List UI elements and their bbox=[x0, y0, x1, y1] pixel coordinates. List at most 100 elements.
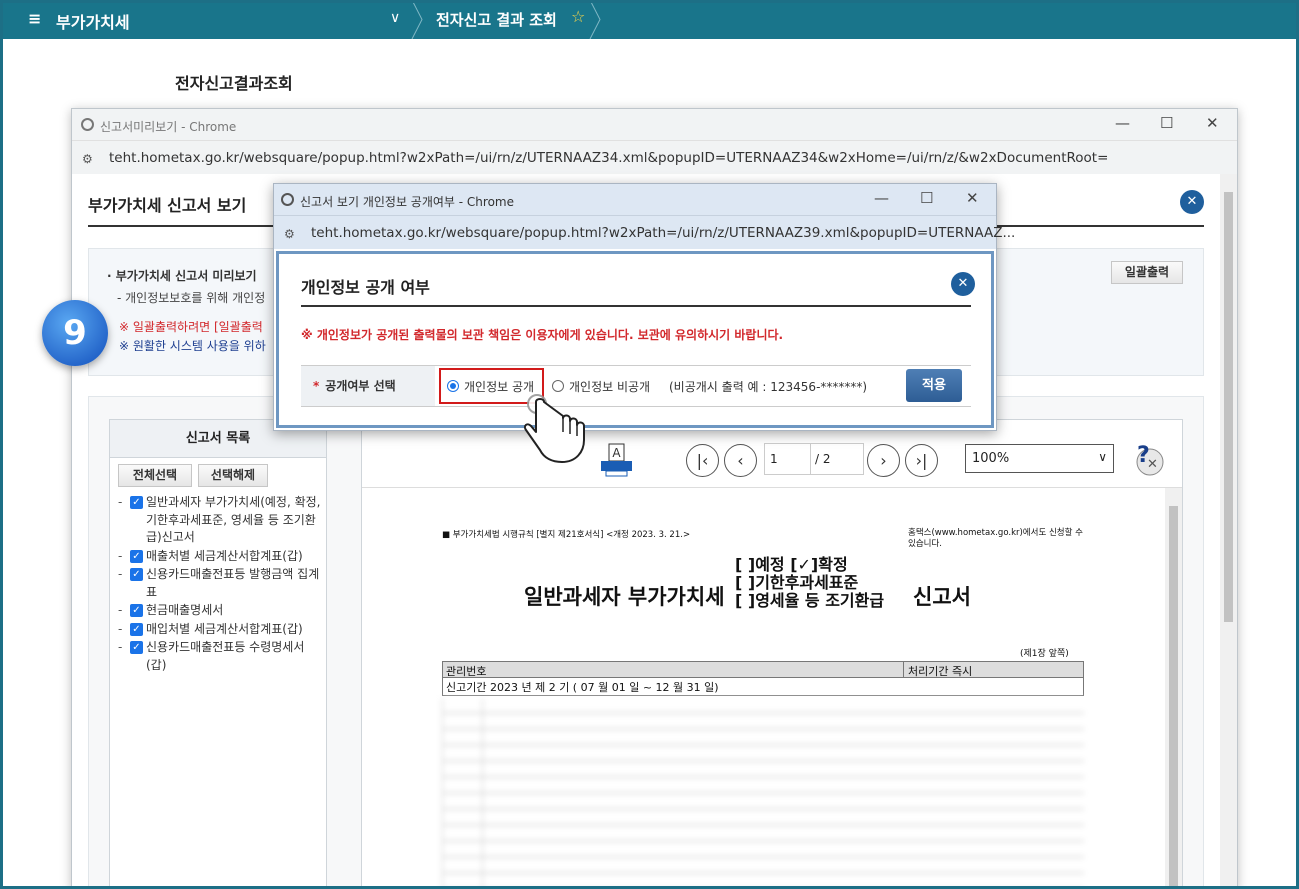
site-settings-icon[interactable]: ⚙ bbox=[82, 152, 93, 166]
chevron-down-icon[interactable]: ∨ bbox=[390, 10, 400, 26]
breadcrumb-separator bbox=[411, 0, 423, 39]
close-icon[interactable]: ✕ bbox=[1206, 114, 1219, 132]
list-item[interactable]: - ✓ 신용카드매출전표등 발행금액 집계표 bbox=[118, 566, 323, 601]
checkbox-checked-icon[interactable]: ✓ bbox=[130, 496, 143, 509]
close-icon[interactable]: ✕ bbox=[966, 189, 979, 207]
window-title-bar[interactable]: 신고서 보기 개인정보 공개여부 - Chrome — ☐ ✕ bbox=[274, 184, 996, 215]
minimize-icon[interactable]: — bbox=[874, 189, 889, 207]
window-title: 신고서 보기 개인정보 공개여부 - Chrome bbox=[300, 195, 514, 209]
breadcrumb-separator bbox=[589, 0, 601, 39]
url-text: teht.hometax.go.kr/websquare/popup.html?… bbox=[311, 225, 1016, 241]
report-list: - ✓ 일반과세자 부가가치세(예정, 확정, 기한후과세표준, 영세율 등 조기환… bbox=[118, 494, 323, 675]
select-label: * 공개여부 선택 bbox=[301, 366, 435, 406]
radio-private[interactable] bbox=[552, 380, 564, 392]
zoom-select[interactable]: 100% ∨ bbox=[965, 444, 1114, 473]
doc-options: [ ]예정 [✓]확정 [ ]기한후과세표준 [ ]영세율 등 조기환급 bbox=[735, 556, 884, 610]
last-page-button[interactable]: ›| bbox=[905, 444, 938, 477]
close-button[interactable]: ✕ bbox=[1180, 190, 1204, 214]
current-page: 1 bbox=[770, 452, 778, 466]
info-line: ※ 일괄출력하려면 [일괄출력 bbox=[119, 320, 263, 334]
select-all-button[interactable]: 전체선택 bbox=[118, 464, 192, 487]
doc-option: [ ]기한후과세표준 bbox=[735, 573, 859, 592]
window-title: 신고서미리보기 - Chrome bbox=[100, 120, 237, 134]
menu-icon[interactable]: ≡ bbox=[28, 9, 41, 28]
viewer-scrollbar[interactable] bbox=[1165, 488, 1182, 888]
breadcrumb-current-page: 전자신고 결과 조회 bbox=[436, 11, 557, 29]
minimize-icon[interactable]: — bbox=[1115, 114, 1130, 132]
doc-option: [ ]영세율 등 조기환급 bbox=[735, 591, 885, 610]
next-page-button[interactable]: › bbox=[867, 444, 900, 477]
svg-text:A: A bbox=[612, 446, 621, 460]
section-title[interactable]: 부가가치세 bbox=[56, 9, 130, 33]
site-settings-icon[interactable]: ⚙ bbox=[284, 227, 295, 241]
prev-page-button[interactable]: ‹ bbox=[724, 444, 757, 477]
print-all-button[interactable]: 일괄출력 bbox=[1111, 261, 1183, 284]
info-line: - 개인정보보호를 위해 개인정 bbox=[117, 291, 266, 305]
doc-row: 관리번호 처리기간 즉시 bbox=[442, 661, 1084, 678]
doc-title: 일반과세자 부가가치세 bbox=[524, 585, 725, 609]
list-item-label: 매출처별 세금계산서합계표(갑) bbox=[146, 548, 303, 563]
doc-option: [ ]예정 [✓]확정 bbox=[735, 555, 848, 574]
privacy-dialog: 개인정보 공개 여부 ✕ ※ 개인정보가 공개된 출력물의 보관 책임은 이용자… bbox=[276, 251, 994, 428]
mgmt-label: 관리번호 bbox=[446, 665, 487, 678]
preview-heading: 부가가치세 신고서 보기 bbox=[88, 196, 247, 215]
close-button[interactable]: ✕ bbox=[951, 272, 975, 296]
total-pages: / 2 bbox=[815, 452, 831, 466]
checkbox-checked-icon[interactable]: ✓ bbox=[130, 622, 143, 636]
checkbox-checked-icon[interactable]: ✓ bbox=[130, 604, 143, 617]
list-item-label: 매입처별 세금계산서합계표(갑) bbox=[146, 621, 303, 636]
deselect-button[interactable]: 선택해제 bbox=[198, 464, 268, 487]
list-item[interactable]: - ✓ 신용카드매출전표등 수령명세서(갑) bbox=[118, 639, 323, 674]
address-bar[interactable]: ⚙ teht.hometax.go.kr/websquare/popup.htm… bbox=[72, 140, 1237, 174]
list-item-label: 신용카드매출전표등 수령명세서(갑) bbox=[146, 640, 305, 672]
url-text: teht.hometax.go.kr/websquare/popup.html?… bbox=[109, 150, 1109, 166]
report-list-panel: 신고서 목록 전체선택 선택해제 - ✓ 일반과세자 부가가치세(예정, 확정, 기… bbox=[109, 419, 327, 888]
checkbox-checked-icon[interactable]: ✓ bbox=[130, 549, 143, 563]
globe-icon bbox=[81, 118, 94, 131]
document-viewer: A |‹ ‹ 1 / 2 › ›| 100% ∨ ? ✕ ■ 부가가치세법 시행… bbox=[361, 419, 1183, 888]
step-badge: 9 bbox=[42, 300, 108, 366]
address-bar[interactable]: ⚙ teht.hometax.go.kr/websquare/popup.htm… bbox=[274, 215, 1015, 249]
list-item-label: 일반과세자 부가가치세(예정, 확정, 기한후과세표준, 영세율 등 조기환급)… bbox=[146, 495, 321, 544]
radio-public[interactable] bbox=[447, 380, 459, 392]
warning-text: ※ 개인정보가 공개된 출력물의 보관 책임은 이용자에게 있습니다. 보관에 … bbox=[301, 328, 784, 342]
doc-row: 신고기간 2023 년 제 2 기 ( 07 월 01 일 ~ 12 월 31 … bbox=[442, 678, 1084, 696]
apply-button[interactable]: 적용 bbox=[906, 369, 962, 402]
doc-title-right: 신고서 bbox=[913, 585, 971, 609]
list-item[interactable]: - ✓ 매입처별 세금계산서합계표(갑) bbox=[118, 621, 323, 639]
maximize-icon[interactable]: ☐ bbox=[920, 189, 933, 207]
window-scrollbar[interactable] bbox=[1220, 174, 1237, 888]
globe-icon bbox=[281, 193, 294, 206]
first-page-button[interactable]: |‹ bbox=[686, 444, 719, 477]
list-item[interactable]: - ✓ 현금매출명세서 bbox=[118, 602, 323, 620]
period-text: 신고기간 2023 년 제 2 기 ( 07 월 01 일 ~ 12 월 31 … bbox=[446, 681, 719, 694]
doc-page-note: (제1장 앞쪽) bbox=[1020, 649, 1069, 659]
private-example-text: (비공개시 출력 예 : 123456-*******) bbox=[669, 380, 868, 394]
page-input[interactable]: 1 / 2 bbox=[764, 443, 864, 475]
maximize-icon[interactable]: ☐ bbox=[1160, 114, 1173, 132]
top-nav-bar: ≡ 부가가치세 ∨ 전자신고 결과 조회 ☆ bbox=[0, 0, 1299, 39]
doc-rule-text: ■ 부가가치세법 시행규칙 [별지 제21호서식] <개정 2023. 3. 2… bbox=[442, 530, 691, 540]
list-item[interactable]: - ✓ 매출처별 세금계산서합계표(갑) bbox=[118, 548, 323, 566]
page-title: 전자신고결과조회 bbox=[175, 74, 293, 93]
dialog-heading: 개인정보 공개 여부 bbox=[301, 278, 430, 297]
chevron-down-icon: ∨ bbox=[1098, 450, 1107, 464]
blurred-table bbox=[442, 698, 1084, 888]
info-line: ※ 원활한 시스템 사용을 위하 bbox=[119, 339, 266, 353]
svg-text:✕: ✕ bbox=[1147, 457, 1158, 472]
checkbox-checked-icon[interactable]: ✓ bbox=[130, 568, 143, 581]
doc-note-text: 홈택스(www.hometax.go.kr)에서도 신청할 수 있습니다. bbox=[908, 528, 1083, 549]
zoom-value: 100% bbox=[972, 451, 1010, 466]
list-item[interactable]: - ✓ 일반과세자 부가가치세(예정, 확정, 기한후과세표준, 영세율 등 조기환… bbox=[118, 494, 323, 547]
heading-divider bbox=[301, 305, 971, 307]
list-item-label: 신용카드매출전표등 발행금액 집계표 bbox=[146, 567, 320, 599]
process-label: 처리기간 즉시 bbox=[908, 665, 973, 678]
print-icon[interactable]: A bbox=[598, 442, 636, 480]
checkbox-checked-icon[interactable]: ✓ bbox=[130, 641, 143, 654]
hand-pointer-icon bbox=[523, 394, 585, 463]
privacy-select-row: * 공개여부 선택 개인정보 공개 개인정보 비공개 (비공개시 출력 예 : 1… bbox=[301, 365, 971, 407]
privacy-popup-window: 신고서 보기 개인정보 공개여부 - Chrome — ☐ ✕ ⚙ teht.h… bbox=[273, 183, 1015, 431]
help-icon[interactable]: ? ✕ bbox=[1128, 442, 1166, 478]
window-title-bar[interactable]: 신고서미리보기 - Chrome — ☐ ✕ bbox=[72, 109, 1237, 140]
favorite-star-icon[interactable]: ☆ bbox=[571, 7, 585, 26]
